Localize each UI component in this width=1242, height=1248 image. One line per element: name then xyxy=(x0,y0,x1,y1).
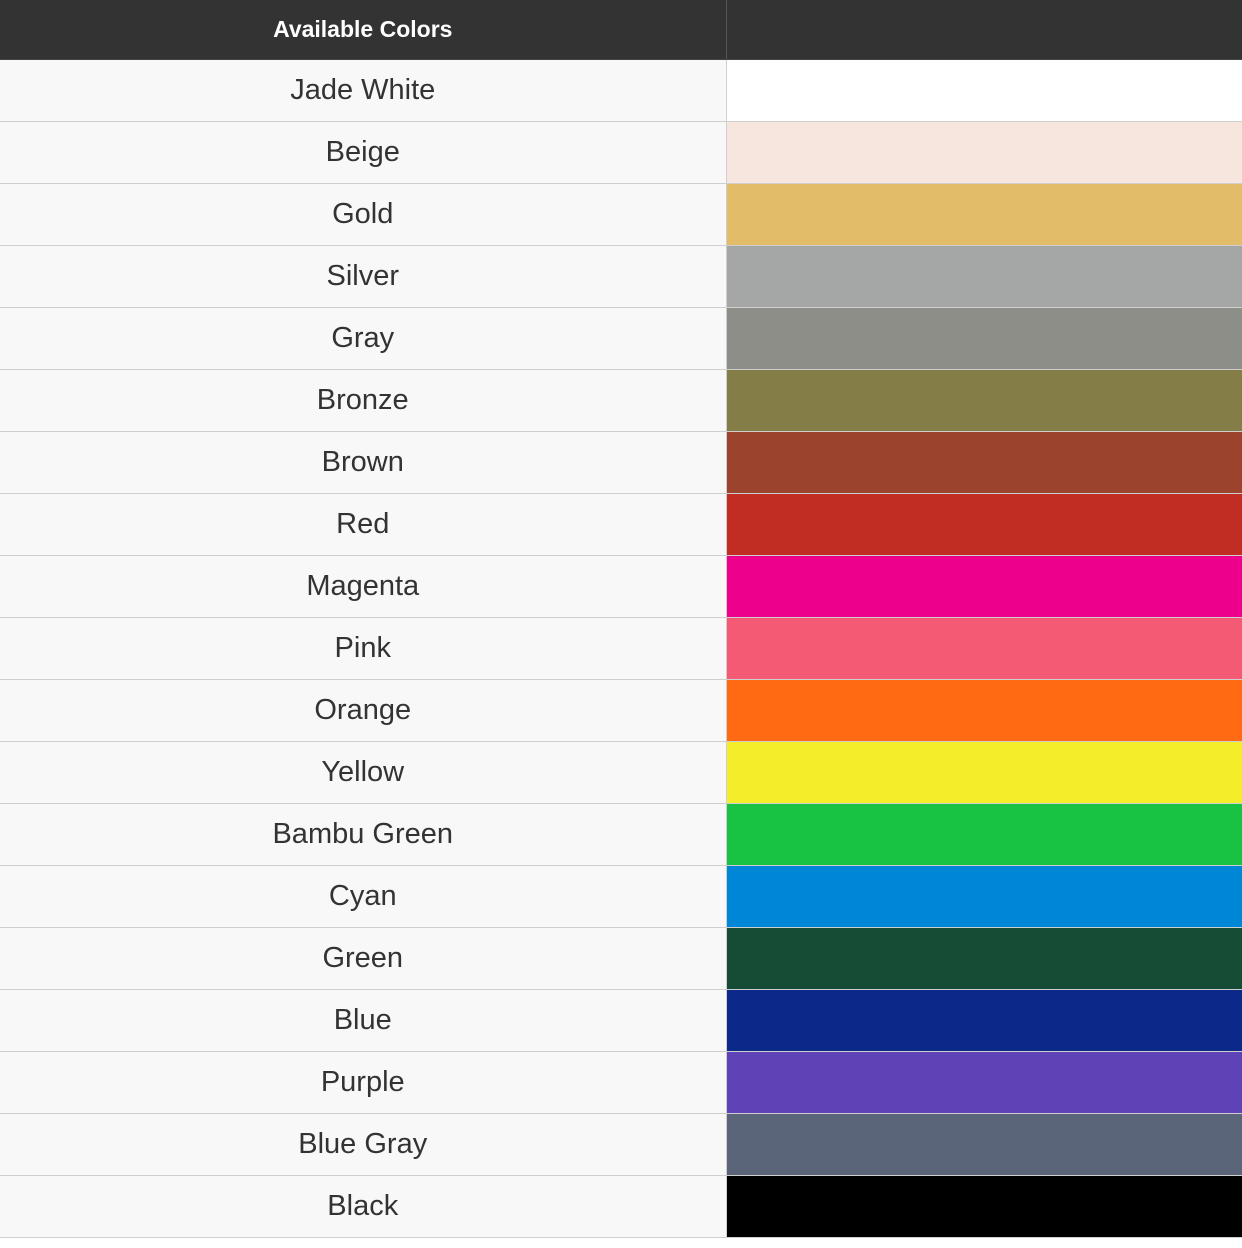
color-swatch xyxy=(726,431,1242,494)
color-swatch xyxy=(726,1113,1242,1176)
color-name: Green xyxy=(0,927,727,990)
color-swatch xyxy=(726,927,1242,990)
table-row: Orange xyxy=(0,679,1242,742)
table-row: Pink xyxy=(0,617,1242,680)
color-name: Orange xyxy=(0,679,727,742)
table-row: Purple xyxy=(0,1051,1242,1114)
color-swatch xyxy=(726,617,1242,680)
color-name: Blue Gray xyxy=(0,1113,727,1176)
color-swatch xyxy=(726,555,1242,618)
color-name: Purple xyxy=(0,1051,727,1114)
color-swatch xyxy=(726,121,1242,184)
color-swatch xyxy=(726,307,1242,370)
color-name: Black xyxy=(0,1175,727,1238)
table-row: Gray xyxy=(0,307,1242,370)
header-color-swatch xyxy=(726,0,1242,60)
table-row: Yellow xyxy=(0,741,1242,804)
color-name: Blue xyxy=(0,989,727,1052)
color-swatch xyxy=(726,59,1242,122)
color-swatch xyxy=(726,865,1242,928)
color-name: Yellow xyxy=(0,741,727,804)
table-row: Cyan xyxy=(0,865,1242,928)
table-row: Silver xyxy=(0,245,1242,308)
color-name: Cyan xyxy=(0,865,727,928)
color-swatch xyxy=(726,493,1242,556)
color-swatch xyxy=(726,183,1242,246)
color-swatch xyxy=(726,369,1242,432)
color-name: Brown xyxy=(0,431,727,494)
table-row: Red xyxy=(0,493,1242,556)
color-name: Pink xyxy=(0,617,727,680)
table-row: Bambu Green xyxy=(0,803,1242,866)
header-color-name: Available Colors xyxy=(0,0,727,60)
table-header-row: Available Colors xyxy=(0,0,1242,60)
color-name: Silver xyxy=(0,245,727,308)
color-swatch xyxy=(726,803,1242,866)
color-name: Magenta xyxy=(0,555,727,618)
table-row: Jade White xyxy=(0,59,1242,122)
color-name: Gray xyxy=(0,307,727,370)
color-swatch xyxy=(726,989,1242,1052)
table-row: Blue xyxy=(0,989,1242,1052)
color-name: Red xyxy=(0,493,727,556)
color-swatch xyxy=(726,245,1242,308)
color-name: Gold xyxy=(0,183,727,246)
color-rows: Jade White Beige Gold Silver Gray Bronze… xyxy=(0,59,1242,1238)
color-swatch xyxy=(726,679,1242,742)
color-swatch xyxy=(726,741,1242,804)
table-row: Black xyxy=(0,1175,1242,1238)
color-name: Jade White xyxy=(0,59,727,122)
color-swatch xyxy=(726,1175,1242,1238)
color-swatch xyxy=(726,1051,1242,1114)
table-row: Brown xyxy=(0,431,1242,494)
table-row: Gold xyxy=(0,183,1242,246)
table-row: Magenta xyxy=(0,555,1242,618)
color-name: Beige xyxy=(0,121,727,184)
table-row: Green xyxy=(0,927,1242,990)
available-colors-table: Available Colors Jade White Beige Gold S… xyxy=(0,0,1242,1238)
table-row: Beige xyxy=(0,121,1242,184)
color-name: Bronze xyxy=(0,369,727,432)
table-row: Bronze xyxy=(0,369,1242,432)
table-row: Blue Gray xyxy=(0,1113,1242,1176)
color-name: Bambu Green xyxy=(0,803,727,866)
